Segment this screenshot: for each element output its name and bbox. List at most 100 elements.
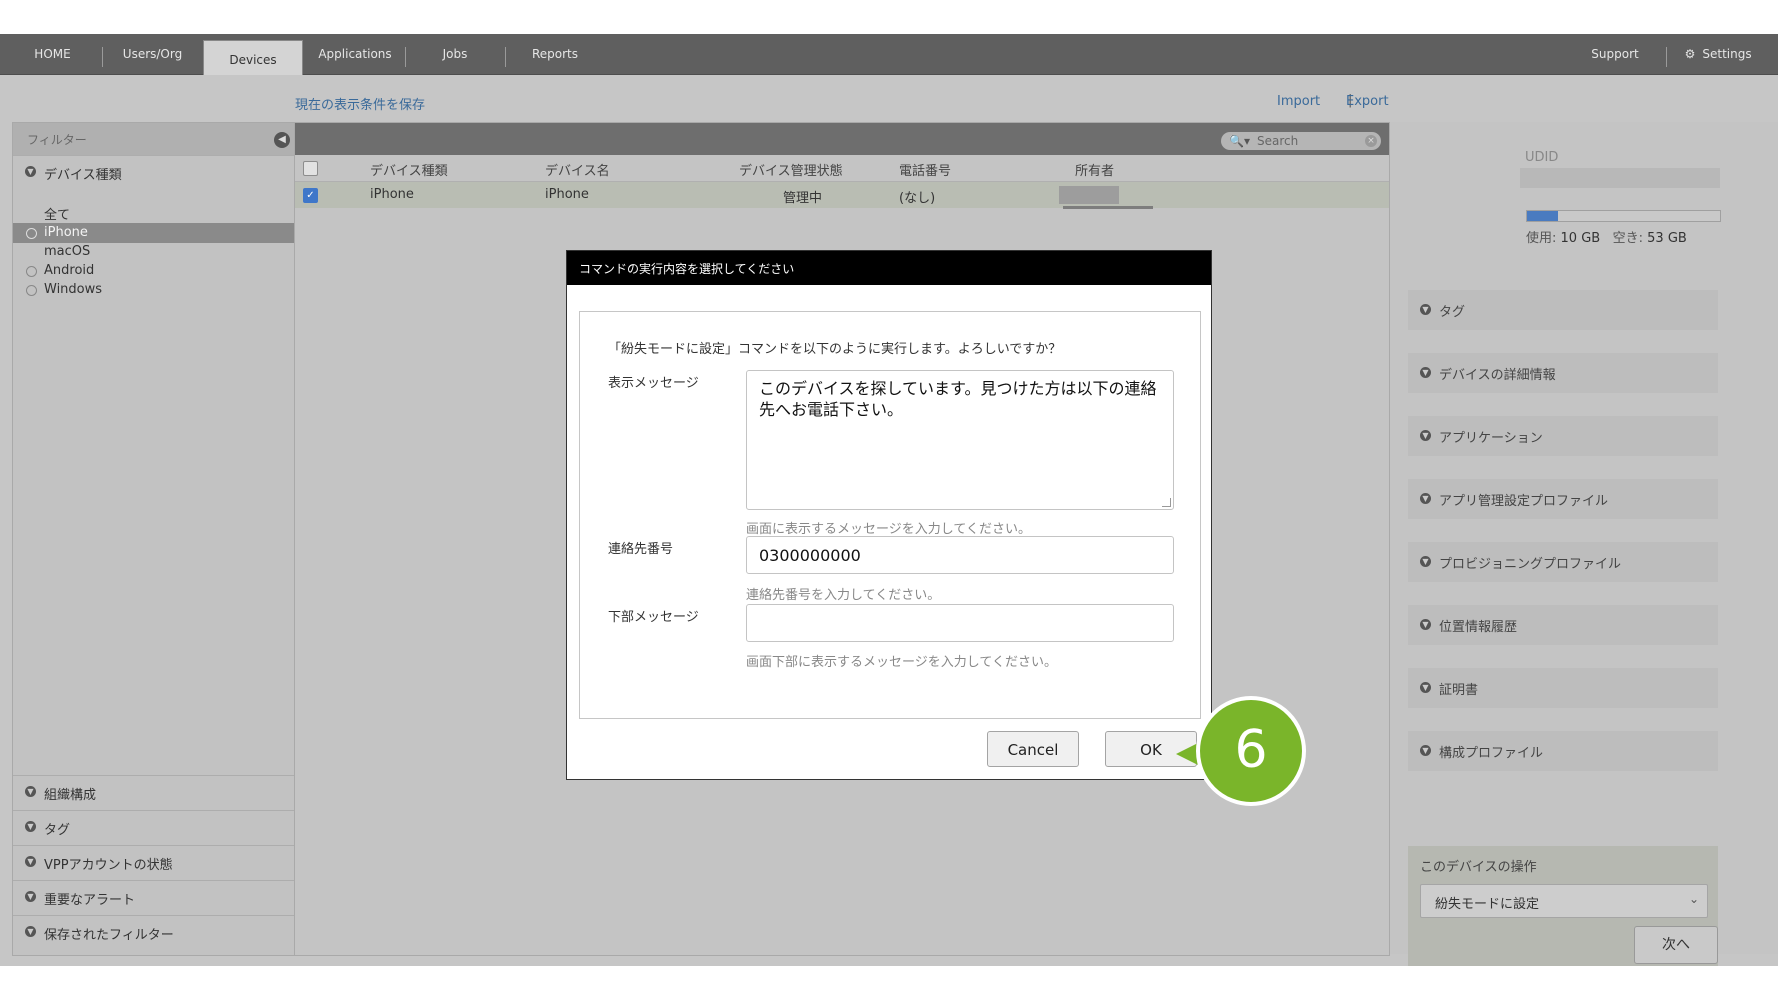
row-checkbox[interactable]: ✓	[303, 188, 318, 203]
column-header[interactable]: デバイス種類	[370, 160, 448, 179]
column-header[interactable]: 電話番号	[899, 160, 951, 179]
filter-section-label: 保存されたフィルター	[44, 928, 174, 943]
settings-link[interactable]: Settings	[1700, 34, 1754, 74]
owner-underline	[1063, 206, 1153, 209]
device-operations: このデバイスの操作 紛失モードに設定 ⌄ 次へ	[1408, 846, 1718, 966]
filter-section-label: 組織構成	[44, 788, 97, 803]
app-window: HOME Users/Org Devices Applications Jobs…	[0, 34, 1778, 966]
collapse-panel-icon[interactable]: ◀	[274, 132, 290, 148]
storage-bar	[1526, 210, 1721, 222]
tab-reports[interactable]: Reports	[520, 34, 590, 74]
detail-section-label: 証明書	[1439, 683, 1479, 698]
display-message-value: このデバイスを探しています。見つけた方は以下の連絡先へお電話下さい。	[759, 379, 1157, 419]
operation-select[interactable]: 紛失モードに設定 ⌄	[1420, 884, 1708, 918]
udid-label: UDID	[1525, 150, 1559, 165]
filter-section-device-type[interactable]: ▼ デバイス種類	[13, 155, 295, 190]
contact-number-value: 0300000000	[759, 546, 861, 565]
tab-home[interactable]: HOME	[20, 34, 85, 74]
detail-section-app-config[interactable]: ▼ アプリ管理設定プロファイル	[1408, 479, 1718, 519]
nav-separator	[405, 47, 406, 67]
display-message-textarea[interactable]: このデバイスを探しています。見つけた方は以下の連絡先へお電話下さい。	[746, 370, 1174, 510]
filter-section-label: VPPアカウントの状態	[44, 858, 173, 873]
radio-icon	[26, 285, 37, 296]
import-link[interactable]: Import	[1277, 94, 1320, 109]
select-all-checkbox[interactable]	[303, 161, 318, 176]
contact-number-hint: 連絡先番号を入力してください。	[746, 588, 941, 603]
expand-icon: ▼	[1420, 745, 1431, 756]
expand-icon: ▼	[1420, 619, 1431, 630]
filter-item-label: iPhone	[44, 225, 88, 240]
contact-number-input[interactable]: 0300000000	[746, 536, 1174, 574]
expand-icon: ▼	[25, 821, 36, 832]
gear-icon[interactable]: ⚙	[1682, 34, 1698, 74]
filter-section-vpp[interactable]: ▼ VPPアカウントの状態	[13, 845, 295, 880]
expand-icon: ▼	[1420, 430, 1431, 441]
expand-icon: ▼	[1420, 493, 1431, 504]
detail-section-label: 構成プロファイル	[1439, 746, 1544, 761]
column-header[interactable]: デバイス名	[545, 160, 610, 179]
filter-item-label: Android	[44, 263, 95, 278]
device-detail-panel: UDID 使用: 10 GB 空き: 53 GB ▼ タグ ▼ デバイスの詳細情…	[1390, 122, 1778, 966]
detail-section-device-info[interactable]: ▼ デバイスの詳細情報	[1408, 353, 1718, 393]
tab-jobs[interactable]: Jobs	[420, 34, 490, 74]
storage-used-label: 使用:	[1526, 231, 1557, 246]
cell-status: 管理中	[783, 191, 823, 206]
resize-handle-icon[interactable]	[1162, 498, 1171, 507]
next-button[interactable]: 次へ	[1634, 926, 1718, 964]
storage-free-value: 53 GB	[1647, 231, 1687, 246]
detail-section-provisioning[interactable]: ▼ プロビジョニングプロファイル	[1408, 542, 1718, 582]
tab-devices[interactable]: Devices	[203, 40, 303, 75]
expand-icon: ▼	[1420, 556, 1431, 567]
cancel-button[interactable]: Cancel	[987, 731, 1079, 767]
export-link[interactable]: Export	[1346, 94, 1389, 109]
cell-owner-redacted	[1059, 186, 1119, 204]
filter-item-iphone[interactable]: iPhone	[13, 223, 295, 243]
save-view-link[interactable]: 現在の表示条件を保存	[295, 94, 425, 113]
radio-icon	[26, 228, 37, 239]
expand-icon: ▼	[1420, 367, 1431, 378]
dialog-body: 「紛失モードに設定」コマンドを以下のように実行します。よろしいですか？ 表示メッ…	[579, 311, 1201, 719]
support-link[interactable]: Support	[1580, 34, 1650, 74]
detail-section-label: タグ	[1439, 305, 1466, 320]
column-header[interactable]: 所有者	[1075, 160, 1114, 179]
filter-section-org[interactable]: ▼ 組織構成	[13, 775, 295, 810]
detail-section-location[interactable]: ▼ 位置情報履歴	[1408, 605, 1718, 645]
storage-free-label: 空き:	[1612, 231, 1643, 246]
search-input[interactable]: 🔍▾ Search ×	[1221, 132, 1381, 150]
nav-separator	[505, 47, 506, 67]
detail-section-label: プロビジョニングプロファイル	[1439, 557, 1622, 572]
search-placeholder: Search	[1257, 134, 1299, 148]
filter-item-android[interactable]: Android	[13, 261, 295, 281]
clear-icon[interactable]: ×	[1365, 135, 1377, 147]
operations-title: このデバイスの操作	[1420, 860, 1537, 875]
column-header[interactable]: デバイス管理状態	[739, 160, 843, 179]
table-row[interactable]: ✓ iPhone iPhone 管理中 (なし)	[295, 182, 1389, 209]
detail-section-apps[interactable]: ▼ アプリケーション	[1408, 416, 1718, 456]
detail-section-label: デバイスの詳細情報	[1439, 368, 1556, 383]
filter-item-macos[interactable]: macOS	[13, 242, 295, 262]
expand-icon: ▼	[1420, 682, 1431, 693]
operation-select-value: 紛失モードに設定	[1435, 897, 1540, 912]
filter-item-all[interactable]: 全て	[13, 202, 295, 223]
footer-message-hint: 画面下部に表示するメッセージを入力してください。	[746, 655, 1057, 670]
step-badge: 6	[1196, 696, 1306, 806]
dialog-header: コマンドの実行内容を選択してください	[567, 251, 1211, 285]
filter-item-label: Windows	[44, 282, 103, 297]
filter-section-tag[interactable]: ▼ タグ	[13, 810, 295, 845]
udid-value-redacted	[1520, 168, 1720, 188]
detail-section-certs[interactable]: ▼ 証明書	[1408, 668, 1718, 708]
filter-section-saved[interactable]: ▼ 保存されたフィルター	[13, 915, 295, 950]
detail-section-config-profiles[interactable]: ▼ 構成プロファイル	[1408, 731, 1718, 771]
filter-title: フィルター	[27, 133, 87, 147]
expand-icon: ▼	[25, 786, 36, 797]
tab-applications[interactable]: Applications	[310, 34, 400, 74]
filter-section-alerts[interactable]: ▼ 重要なアラート	[13, 880, 295, 915]
footer-message-input[interactable]	[746, 604, 1174, 642]
tab-users-org[interactable]: Users/Org	[110, 34, 195, 74]
filter-section-label: 重要なアラート	[44, 893, 136, 908]
detail-section-label: 位置情報履歴	[1439, 620, 1518, 635]
filter-item-windows[interactable]: Windows	[13, 280, 295, 300]
detail-section-tag[interactable]: ▼ タグ	[1408, 290, 1718, 330]
display-message-label: 表示メッセージ	[608, 376, 699, 391]
expand-icon: ▼	[1420, 304, 1431, 315]
